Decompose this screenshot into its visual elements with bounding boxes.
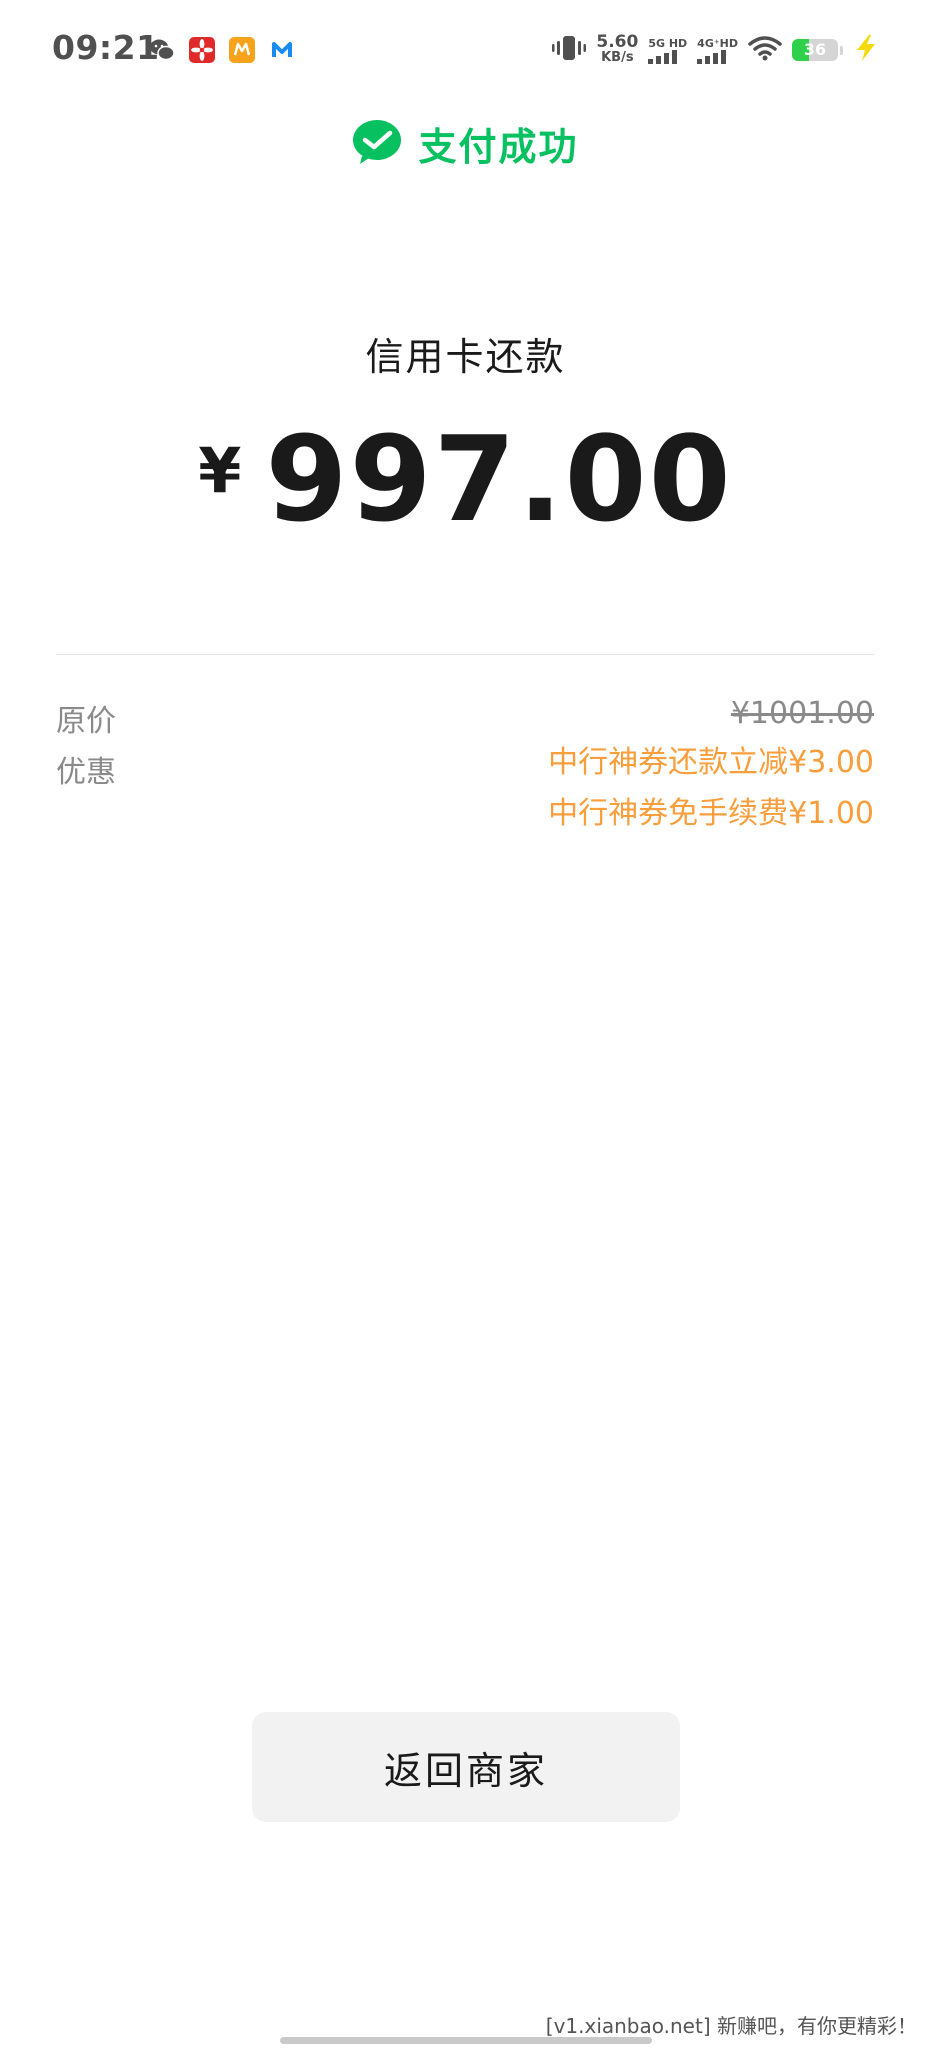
status-bar: 09:21 5.60 KB/s 5G HD 4G⁺HD 36: [0, 0, 931, 100]
watermark-text: [v1.xianbao.net] 新赚吧，有你更精彩！: [545, 2014, 917, 2038]
discount-item: 中行神券还款立减¥3.00: [548, 745, 874, 780]
original-price-value: ¥1001.00: [730, 696, 874, 731]
signal-bars-icon: [648, 49, 678, 64]
network-speed-unit: KB/s: [601, 50, 634, 65]
success-title: 支付成功: [418, 125, 579, 169]
wechat-pay-icon: [352, 119, 402, 169]
charging-bolt-icon: [853, 34, 879, 66]
sim2-label: 4G⁺HD: [697, 36, 738, 50]
vibrate-icon: [552, 33, 587, 67]
discount-label: 优惠: [56, 755, 116, 790]
battery-indicator: 36: [792, 39, 838, 61]
sim2-signal: 4G⁺HD: [697, 37, 738, 64]
blue-m-app-icon: [268, 36, 296, 64]
network-speed: 5.60 KB/s: [596, 32, 639, 66]
original-price-label: 原价: [56, 704, 116, 739]
payment-success-header: 支付成功: [0, 116, 931, 171]
discount-item: 中行神券免手续费¥1.00: [548, 796, 874, 831]
home-indicator[interactable]: [280, 2037, 652, 2044]
notification-icons: [148, 36, 296, 64]
currency-symbol: ¥: [198, 434, 242, 507]
merchant-name: 信用卡还款: [365, 335, 566, 379]
amount-value: 997.00: [265, 410, 733, 548]
network-speed-value: 5.60: [596, 32, 639, 52]
system-icons: 5.60 KB/s 5G HD 4G⁺HD 36: [552, 30, 879, 70]
wifi-icon: [748, 35, 782, 65]
status-time: 09:21: [52, 28, 160, 67]
huawei-flower-icon: [188, 36, 216, 64]
divider: [56, 654, 874, 655]
discount-list: 中行神券还款立减¥3.00 中行神券免手续费¥1.00: [548, 737, 874, 839]
wechat-icon: [148, 36, 176, 64]
battery-tip: [840, 45, 843, 55]
return-to-merchant-button[interactable]: 返回商家: [252, 1712, 680, 1822]
sim1-label: 5G HD: [648, 36, 688, 50]
yellow-app-icon: [228, 36, 256, 64]
signal-bars-icon: [697, 49, 727, 64]
sim1-signal: 5G HD: [648, 37, 687, 64]
battery-level: 36: [803, 40, 827, 59]
payment-amount: ¥ 997.00: [0, 410, 931, 548]
